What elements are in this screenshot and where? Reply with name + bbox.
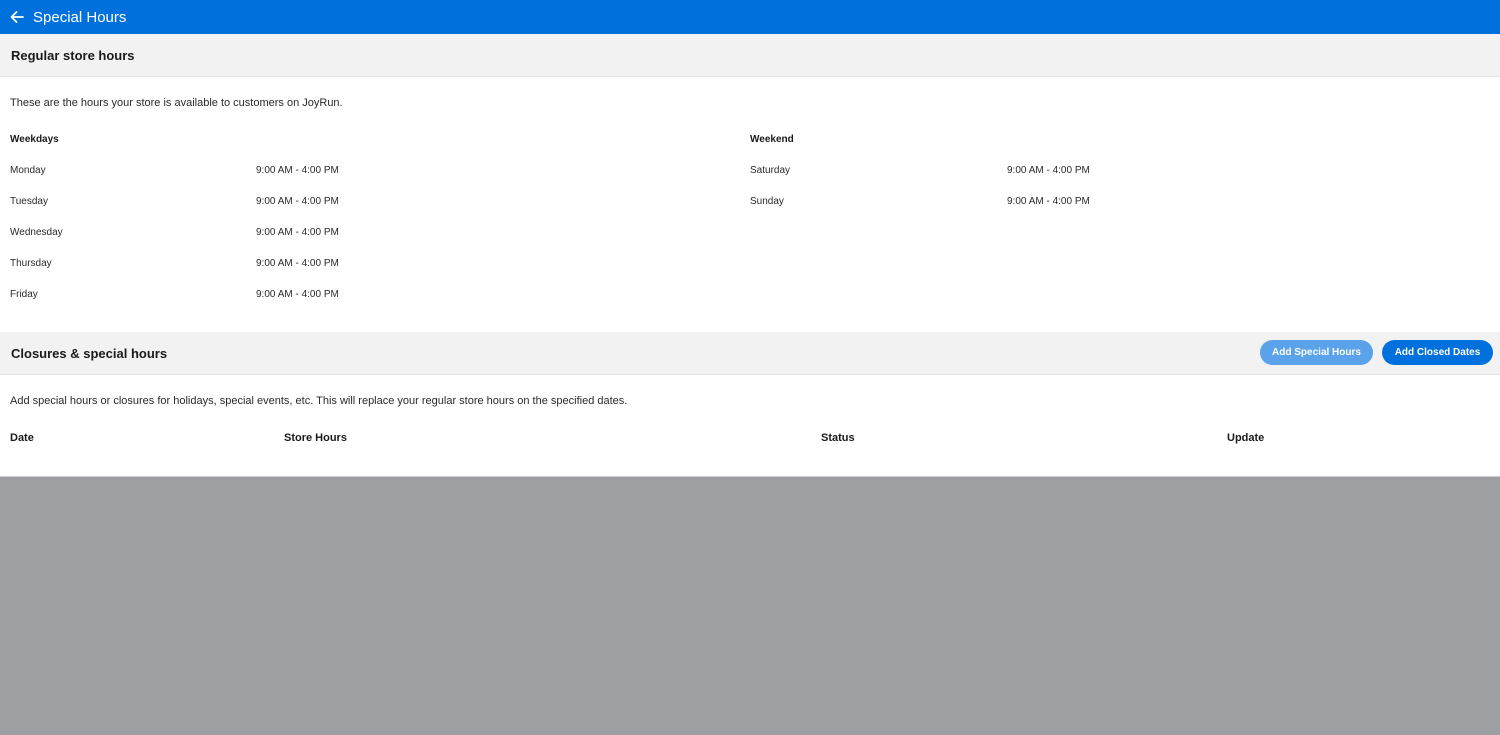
hours-value: 9:00 AM - 4:00 PM — [256, 227, 339, 238]
day-label: Friday — [10, 289, 38, 300]
day-label: Monday — [10, 165, 46, 176]
regular-hours-title: Regular store hours — [11, 48, 135, 63]
add-closed-dates-button[interactable]: Add Closed Dates — [1382, 340, 1493, 365]
hours-value: 9:00 AM - 4:00 PM — [256, 196, 339, 207]
hours-value: 9:00 AM - 4:00 PM — [1007, 196, 1090, 207]
back-button[interactable] — [8, 8, 26, 26]
day-label: Wednesday — [10, 227, 63, 238]
closures-description: Add special hours or closures for holida… — [10, 395, 628, 407]
app-window: Special Hours Regular store hours These … — [0, 0, 1500, 735]
top-bar: Special Hours — [0, 0, 1500, 34]
hours-value: 9:00 AM - 4:00 PM — [256, 289, 339, 300]
day-label: Tuesday — [10, 196, 48, 207]
closures-header: Closures & special hours Add Special Hou… — [0, 332, 1500, 375]
main-panel: Regular store hours These are the hours … — [0, 34, 1500, 477]
hours-value: 9:00 AM - 4:00 PM — [256, 165, 339, 176]
column-header-update: Update — [1227, 432, 1265, 444]
weekdays-label: Weekdays — [10, 134, 59, 145]
add-special-hours-button[interactable]: Add Special Hours — [1260, 340, 1373, 365]
column-header-date: Date — [10, 432, 34, 444]
day-label: Sunday — [750, 196, 784, 207]
regular-hours-description: These are the hours your store is availa… — [10, 97, 343, 109]
column-header-status: Status — [821, 432, 855, 444]
day-label: Thursday — [10, 258, 52, 269]
day-label: Saturday — [750, 165, 791, 176]
arrow-left-icon — [10, 10, 24, 24]
page-title: Special Hours — [33, 8, 127, 26]
regular-hours-header: Regular store hours — [0, 34, 1500, 77]
weekend-label: Weekend — [750, 134, 794, 145]
hours-value: 9:00 AM - 4:00 PM — [1007, 165, 1090, 176]
hours-value: 9:00 AM - 4:00 PM — [256, 258, 339, 269]
closures-title: Closures & special hours — [11, 346, 168, 361]
column-header-store-hours: Store Hours — [284, 432, 347, 444]
